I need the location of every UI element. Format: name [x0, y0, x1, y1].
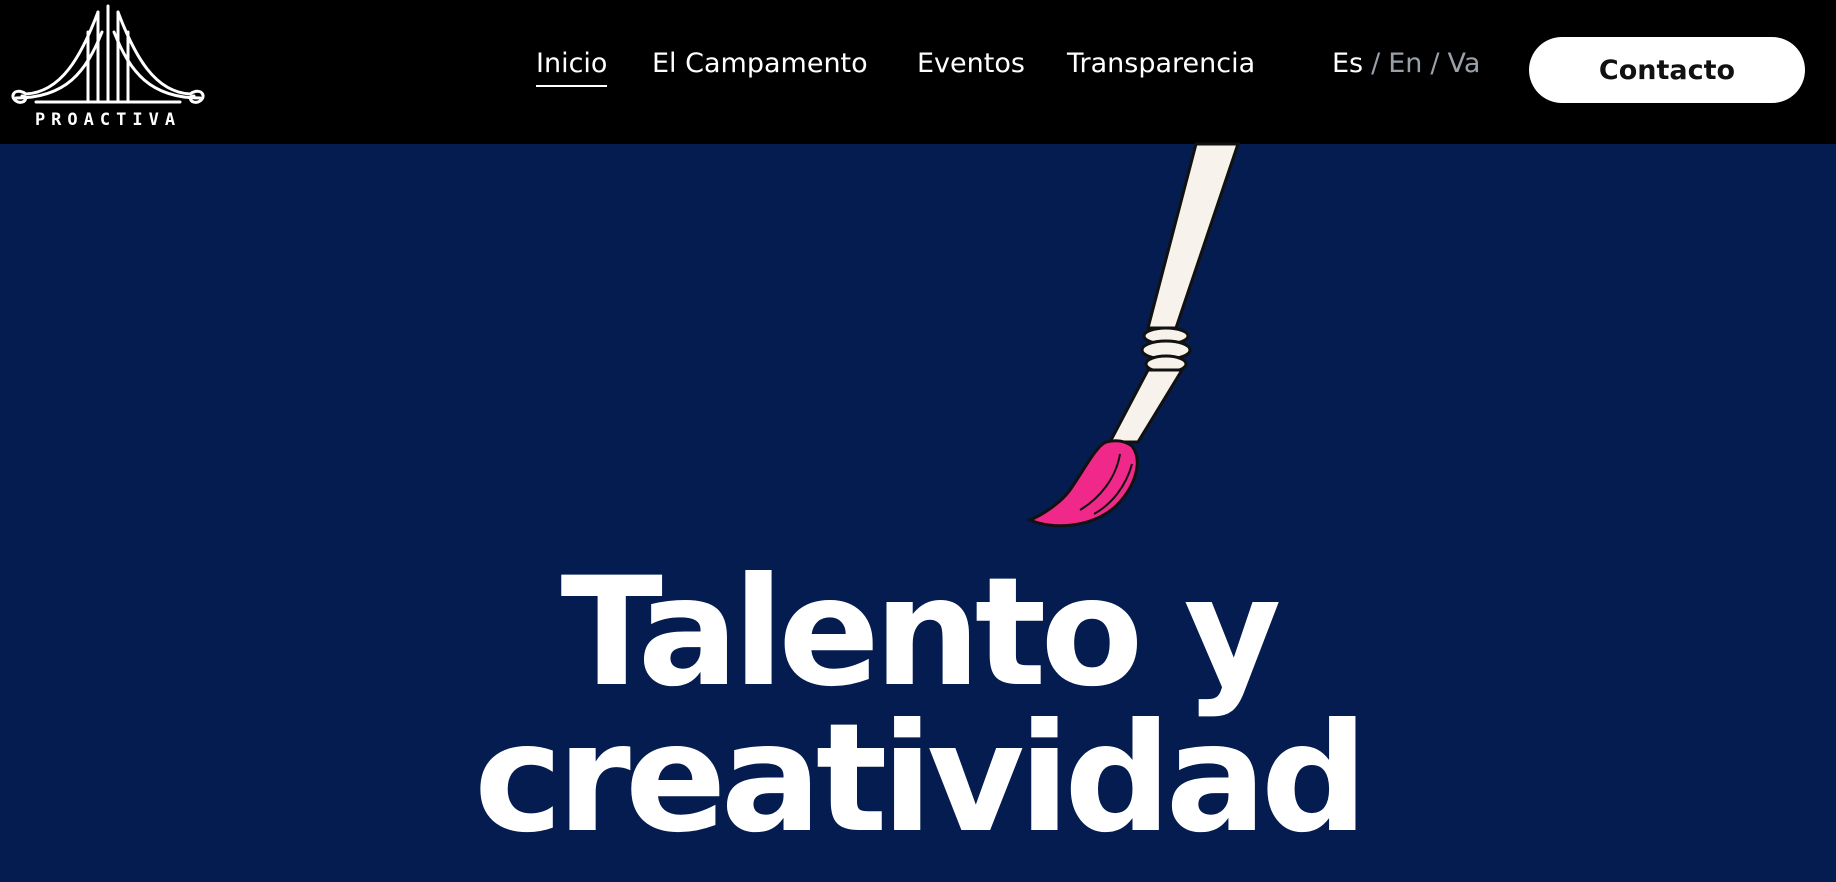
- hero-headline: Talento y creatividad: [0, 546, 1836, 866]
- hero-headline-line-1: Talento y: [560, 546, 1282, 720]
- paintbrush-icon: [1026, 142, 1241, 528]
- hero-headline-line-2: creatividad: [473, 692, 1368, 866]
